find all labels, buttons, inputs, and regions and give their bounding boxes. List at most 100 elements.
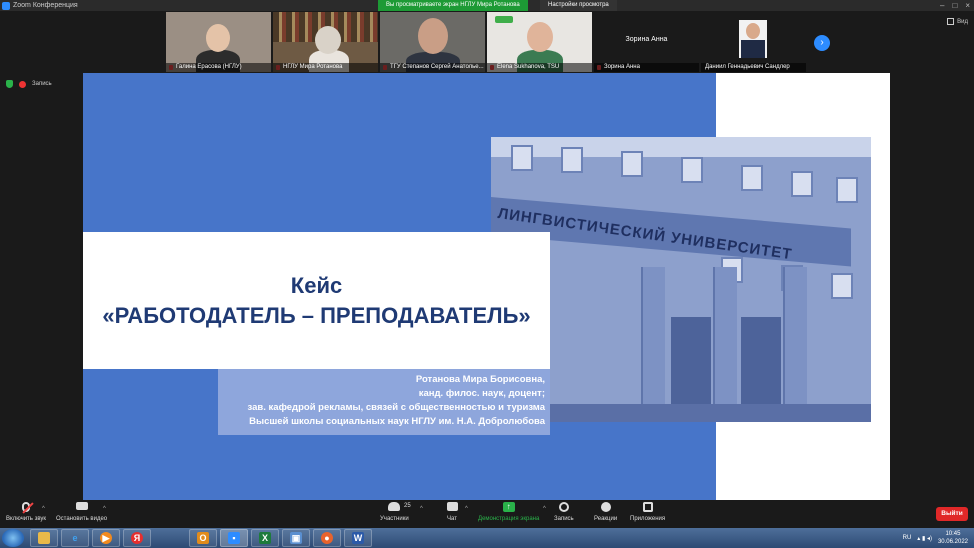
view-button[interactable]: Вид <box>947 18 968 25</box>
unmute-label: Включить звук <box>6 516 47 522</box>
outlook-icon: O <box>197 532 209 544</box>
yandex-icon: Я <box>131 532 143 544</box>
photo-window <box>681 157 703 183</box>
record-icon <box>558 502 569 512</box>
photo-window <box>791 171 813 197</box>
participant-center-name: Зорина Анна <box>625 36 668 43</box>
clock-date: 30.06.2022 <box>937 539 968 545</box>
participant-tile[interactable]: Зорина Анна Зорина Анна <box>594 12 699 72</box>
leave-button[interactable]: Выйти <box>936 507 968 521</box>
taskbar-app-word[interactable]: W <box>344 529 372 547</box>
camera-icon <box>75 502 88 510</box>
taskbar-app-explorer[interactable] <box>30 529 58 547</box>
maximize-icon[interactable]: □ <box>952 0 957 11</box>
unmute-button[interactable]: Включить звук <box>6 502 46 522</box>
participants-count: 25 <box>404 503 411 509</box>
tray-icons[interactable]: ▴ ▮ ◂) <box>917 535 932 542</box>
participants-label: Участники <box>380 516 409 522</box>
shared-screen-slide: ЛИНГВИСТИЧЕСКИЙ УНИВЕРСИТЕТ Кейс «РАБОТО… <box>83 73 890 500</box>
photo-window <box>511 145 533 171</box>
logo-badge <box>495 16 513 23</box>
view-settings-button[interactable]: Настройки просмотра <box>540 0 617 11</box>
record-label: Запись <box>554 516 574 522</box>
participant-name: Даниил Геннадьевич Сандлер <box>701 63 806 72</box>
participant-tile[interactable]: НГЛУ Мира Ротанова <box>273 12 378 72</box>
participant-head <box>206 24 230 52</box>
meeting-toolbar: Включить звук ^ Остановить видео ^ Участ… <box>0 500 974 528</box>
photo-pillar <box>713 267 737 422</box>
share-screen-button[interactable]: ↑ Демонстрация экрана <box>478 502 539 522</box>
taskbar-app-zoom[interactable]: ▪ <box>220 529 248 547</box>
reactions-button[interactable]: Реакции <box>594 502 617 522</box>
minimize-icon[interactable]: – <box>940 0 944 11</box>
apps-icon <box>642 502 653 512</box>
participant-tile[interactable]: Даниил Геннадьевич Сандлер <box>701 12 806 72</box>
language-indicator[interactable]: RU <box>903 535 912 541</box>
taskbar-app-firefox[interactable]: ● <box>313 529 341 547</box>
participants-icon <box>388 502 401 511</box>
reactions-label: Реакции <box>594 516 618 522</box>
stop-video-label: Остановить видео <box>56 516 108 522</box>
avatar <box>739 20 767 58</box>
photo-window <box>621 151 643 177</box>
stop-video-button[interactable]: Остановить видео <box>56 502 107 522</box>
taskbar-app-network[interactable]: ▣ <box>282 529 310 547</box>
chat-label: Чат <box>447 516 457 522</box>
zoom-icon: ▪ <box>228 532 240 544</box>
close-icon[interactable]: × <box>965 0 970 11</box>
chat-options-caret[interactable]: ^ <box>465 506 468 512</box>
apps-button[interactable]: Приложения <box>630 502 665 522</box>
system-tray: RU ▴ ▮ ◂) 10:45 30.06.2022 <box>903 528 974 548</box>
clock[interactable]: 10:45 30.06.2022 <box>938 530 968 546</box>
zoom-app-icon <box>2 1 10 10</box>
folder-icon <box>38 532 50 544</box>
audio-options-caret[interactable]: ^ <box>42 506 45 512</box>
taskbar-app-ie[interactable]: e <box>61 529 89 547</box>
recording-indicator: Запись <box>6 80 52 88</box>
window-controls: – □ × <box>940 0 970 11</box>
share-options-caret[interactable]: ^ <box>543 506 546 512</box>
taskbar-app-excel[interactable]: X <box>251 529 279 547</box>
taskbar-app-outlook[interactable]: O <box>189 529 217 547</box>
participant-head <box>315 26 341 54</box>
slide-title-line2: «РАБОТОДАТЕЛЬ – ПРЕПОДАВАТЕЛЬ» <box>102 302 531 328</box>
participant-tile[interactable]: Elena Sukhanova, TSU <box>487 12 592 72</box>
participant-name: Зорина Анна <box>594 63 699 72</box>
start-button[interactable] <box>2 529 24 547</box>
window-title: Zoom Конференция <box>13 2 78 9</box>
apps-label: Приложения <box>630 516 666 522</box>
mic-off-icon <box>22 502 30 512</box>
zoom-window: Zoom Конференция Вы просматриваете экран… <box>0 0 974 548</box>
photo-window <box>561 147 583 173</box>
share-screen-label: Демонстрация экрана <box>478 516 540 522</box>
taskbar-app-yandex[interactable]: Я <box>123 529 151 547</box>
participant-tile[interactable]: ТГУ Степанов Сергей Анатолье... <box>380 12 485 72</box>
media-player-icon: ▶ <box>100 532 112 544</box>
shield-icon <box>6 80 13 88</box>
photo-window <box>836 177 858 203</box>
record-button[interactable]: Запись <box>554 502 574 522</box>
record-dot-icon <box>19 80 26 88</box>
firefox-icon: ● <box>321 532 333 544</box>
view-label: Вид <box>957 18 968 25</box>
participant-name: Галина Ерасова (НГЛУ) <box>166 63 271 72</box>
recording-label: Запись <box>32 81 52 87</box>
slide-title-box: Кейс «РАБОТОДАТЕЛЬ – ПРЕПОДАВАТЕЛЬ» <box>83 232 550 369</box>
chat-icon <box>446 502 458 511</box>
slide-author-box: Ротанова Мира Борисовна, канд. филос. на… <box>218 369 550 435</box>
chat-button[interactable]: Чат <box>446 502 458 522</box>
author-line: канд. филос. наук, доцент; <box>418 388 545 399</box>
taskbar-app-media[interactable]: ▶ <box>92 529 120 547</box>
participant-name: Elena Sukhanova, TSU <box>487 63 592 72</box>
viewing-screen-banner: Вы просматриваете экран НГЛУ Мира Ротано… <box>378 0 528 11</box>
video-options-caret[interactable]: ^ <box>103 506 106 512</box>
windows-taskbar: e ▶ Я O ▪ X ▣ ● W RU ▴ ▮ ◂) 10:45 30.06.… <box>0 528 974 548</box>
photo-pillar <box>783 267 807 422</box>
participants-options-caret[interactable]: ^ <box>420 506 423 512</box>
network-icon: ▣ <box>290 532 302 544</box>
participant-name: ТГУ Степанов Сергей Анатолье... <box>380 63 485 72</box>
photo-pillar <box>641 267 665 422</box>
photo-window <box>741 165 763 191</box>
participant-tile[interactable]: Галина Ерасова (НГЛУ) <box>166 12 271 72</box>
next-page-button[interactable]: › <box>814 35 830 51</box>
